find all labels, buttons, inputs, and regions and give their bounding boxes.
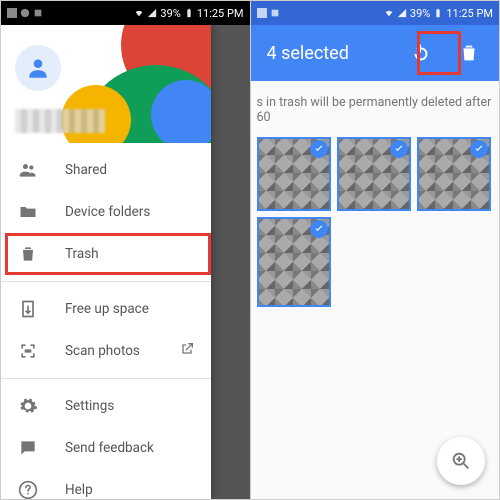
scan-icon <box>17 340 39 362</box>
drawer-header[interactable] <box>1 25 211 143</box>
photo-thumb[interactable] <box>257 217 331 307</box>
account-name-redacted <box>15 109 105 133</box>
photo-grid <box>251 131 500 313</box>
free-space-icon <box>17 298 39 320</box>
notification-icon <box>257 8 267 18</box>
notification-icon <box>20 8 30 18</box>
menu-label: Trash <box>65 246 99 262</box>
photo-thumb[interactable] <box>257 137 331 211</box>
battery-icon <box>433 8 443 18</box>
battery-icon <box>184 8 194 18</box>
menu-label: Settings <box>65 398 114 414</box>
person-icon <box>25 55 51 81</box>
wifi-icon <box>384 8 394 18</box>
clock-text: 11:25 PM <box>446 7 493 20</box>
phone-left: 39% 11:25 PM Albums <box>1 1 251 499</box>
check-badge <box>310 140 328 158</box>
menu-label: Device folders <box>65 204 150 220</box>
help-icon <box>17 479 39 499</box>
menu-label: Scan photos <box>65 343 140 359</box>
phone-right: 39% 11:25 PM 4 selected s in trash will … <box>251 1 500 499</box>
signal-icon <box>147 8 157 18</box>
clock-text: 11:25 PM <box>197 7 244 20</box>
check-icon <box>313 223 325 235</box>
selection-title: 4 selected <box>261 43 394 64</box>
status-bar: 39% 11:25 PM <box>1 1 250 25</box>
battery-text: 39% <box>160 7 180 20</box>
check-icon <box>313 143 325 155</box>
menu-label: Shared <box>65 162 107 178</box>
menu-label: Free up space <box>65 301 149 317</box>
menu-item-device-folders[interactable]: Device folders <box>1 191 211 233</box>
restore-button[interactable] <box>401 33 441 73</box>
gear-icon <box>17 395 39 417</box>
trash-icon <box>458 42 480 64</box>
check-badge <box>310 220 328 238</box>
wifi-icon <box>134 8 144 18</box>
photo-thumb[interactable] <box>417 137 491 211</box>
menu-item-free-up-space[interactable]: Free up space <box>1 288 211 330</box>
check-icon <box>473 143 485 155</box>
open-external-icon <box>179 341 195 361</box>
menu-item-send-feedback[interactable]: Send feedback <box>1 427 211 469</box>
people-icon <box>17 159 39 181</box>
nav-drawer: Shared Device folders Trash Free up spac… <box>1 25 211 499</box>
folder-icon <box>17 201 39 223</box>
restore-icon <box>410 42 432 64</box>
feedback-icon <box>17 437 39 459</box>
menu-separator <box>1 378 211 379</box>
photo-thumb[interactable] <box>337 137 411 211</box>
check-badge <box>390 140 408 158</box>
zoom-fab[interactable] <box>437 437 485 485</box>
delete-button[interactable] <box>449 33 489 73</box>
notification-icon <box>270 8 280 18</box>
drawer-menu: Shared Device folders Trash Free up spac… <box>1 143 211 499</box>
menu-item-help[interactable]: Help <box>1 469 211 499</box>
menu-label: Send feedback <box>65 440 154 456</box>
menu-item-shared[interactable]: Shared <box>1 149 211 191</box>
selection-appbar: 4 selected <box>251 25 500 81</box>
menu-item-scan-photos[interactable]: Scan photos <box>1 330 211 372</box>
trash-notice: s in trash will be permanently deleted a… <box>251 81 500 131</box>
menu-label: Help <box>65 482 93 498</box>
menu-separator <box>1 281 211 282</box>
check-badge <box>470 140 488 158</box>
magnify-icon <box>450 450 472 472</box>
notification-icon <box>33 8 43 18</box>
battery-text: 39% <box>410 7 430 20</box>
trash-icon <box>17 243 39 265</box>
avatar[interactable] <box>15 45 61 91</box>
notification-icon <box>7 8 17 18</box>
signal-icon <box>397 8 407 18</box>
menu-item-settings[interactable]: Settings <box>1 385 211 427</box>
status-bar: 39% 11:25 PM <box>251 1 500 25</box>
menu-item-trash[interactable]: Trash <box>1 233 211 275</box>
check-icon <box>393 143 405 155</box>
